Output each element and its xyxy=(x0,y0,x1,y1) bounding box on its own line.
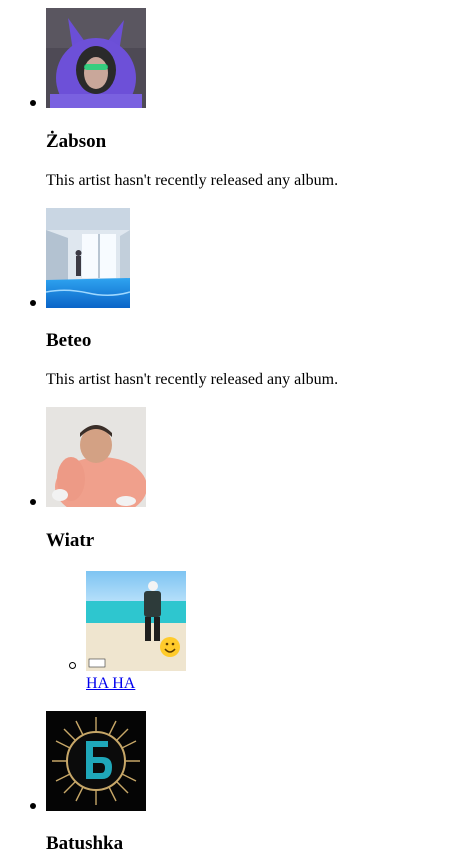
artist-name: Wiatr xyxy=(46,530,95,551)
artist-image xyxy=(46,8,146,108)
no-albums-message: This artist hasn't recently released any… xyxy=(46,371,339,388)
list-bullet xyxy=(69,662,76,669)
list-bullet xyxy=(30,100,36,106)
artist-image xyxy=(46,208,130,308)
list-bullet xyxy=(30,803,36,809)
artist-name: Beteo xyxy=(46,330,92,351)
artist-image xyxy=(46,407,146,507)
list-bullet xyxy=(30,499,36,505)
no-albums-message: This artist hasn't recently released any… xyxy=(46,172,339,189)
artist-name: Żabson xyxy=(46,131,107,152)
list-bullet xyxy=(30,300,36,306)
album-link[interactable]: HA HA xyxy=(86,675,135,692)
album-cover[interactable] xyxy=(86,571,186,671)
artist-name: Batushka xyxy=(46,833,124,854)
artist-image xyxy=(46,711,146,811)
